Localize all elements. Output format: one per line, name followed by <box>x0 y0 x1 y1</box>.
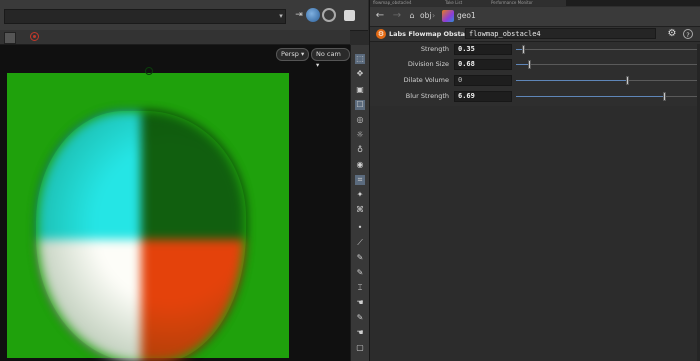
param-row-division-size: Division Size 0.68 <box>370 57 700 72</box>
viewport-tools-shelf: ⬚ ✥ ▣ ☐ ◎ ☼ ♁ ◉ ⌗ ✦ ⌘ • ⟋ ✎ ✎ ⌶ ☚ ✎ ☚ ▢ <box>350 45 369 361</box>
node-header: Labs Flowmap Obstacle flowmap_obstacle4 … <box>370 27 700 42</box>
obj-network-icon: ⌂ <box>409 11 415 20</box>
chevron-down-icon[interactable]: ▾ <box>276 11 286 21</box>
eye-icon[interactable]: ◉ <box>355 160 365 170</box>
node-name-field[interactable]: flowmap_obstacle4 <box>465 28 656 39</box>
pin-icon[interactable]: ⇥ <box>292 8 306 22</box>
lock-icon[interactable]: ▣ <box>355 85 365 95</box>
network-path-field[interactable] <box>4 9 286 24</box>
blur-strength-field[interactable]: 6.69 <box>454 91 512 102</box>
geometry-node-icon <box>442 10 454 22</box>
tab-flowmap-obstacle[interactable]: flowmap_obstacle4 <box>370 0 442 6</box>
viewport-header <box>0 30 350 45</box>
param-row-strength: Strength 0.35 <box>370 42 700 57</box>
tab-performance-monitor[interactable]: Performance Monitor <box>488 0 566 6</box>
rotate-icon[interactable]: ◎ <box>355 115 365 125</box>
forward-arrow-icon[interactable]: → <box>391 10 403 22</box>
pen-icon[interactable]: ⟋ <box>355 238 365 248</box>
pencil-icon[interactable]: ✎ <box>355 313 365 323</box>
param-row-dilate-volume: Dilate Volume 0 <box>370 73 700 88</box>
pane-tabs: flowmap_obstacle4 Take List Performance … <box>370 0 700 6</box>
division-size-slider[interactable] <box>516 60 700 69</box>
brush-icon[interactable]: ⌘ <box>355 205 365 215</box>
wand-icon[interactable]: ✦ <box>355 190 365 200</box>
breadcrumb-separator: › <box>432 11 436 20</box>
bulb-icon[interactable]: ♁ <box>355 145 365 155</box>
slider-fill <box>516 80 627 81</box>
origin-marker-icon <box>145 67 153 75</box>
slider-handle[interactable] <box>663 92 666 101</box>
breadcrumb-geo1[interactable]: geo1 <box>457 11 476 21</box>
square-icon[interactable]: ▢ <box>355 343 365 353</box>
camera-menu[interactable]: No cam ▾ <box>311 48 350 69</box>
slider-handle[interactable] <box>528 60 531 69</box>
pencil-icon[interactable]: ✎ <box>355 268 365 278</box>
dilate-volume-slider[interactable] <box>516 76 700 85</box>
param-label: Blur Strength <box>405 92 449 100</box>
transform-icon[interactable]: ✥ <box>355 69 365 79</box>
slider-handle[interactable] <box>522 45 525 54</box>
pencil-icon[interactable]: ✎ <box>355 253 365 263</box>
param-label: Dilate Volume <box>403 76 449 84</box>
display-mode-button[interactable] <box>4 32 16 44</box>
camera-icon[interactable]: ⌗ <box>355 175 365 185</box>
hand-icon[interactable]: ☚ <box>355 298 365 308</box>
blur-strength-slider[interactable] <box>516 92 700 101</box>
parameter-list: Strength 0.35 Division Size 0.68 Dilate … <box>370 42 700 106</box>
tab-take-list[interactable]: Take List <box>442 0 488 6</box>
parameter-pane: flowmap_obstacle4 Take List Performance … <box>369 0 700 361</box>
back-arrow-icon[interactable]: ← <box>374 10 386 22</box>
perspective-menu[interactable]: Persp ▾ <box>276 48 310 61</box>
dot-icon[interactable]: • <box>355 223 365 233</box>
settings-icon[interactable] <box>322 8 336 22</box>
flowmap-obstacle-region <box>38 112 244 361</box>
node-type-icon <box>376 29 386 39</box>
help-icon[interactable]: ? <box>683 29 693 39</box>
globe-icon[interactable] <box>306 8 320 22</box>
light-icon[interactable]: ☼ <box>355 130 365 140</box>
pose-icon[interactable]: ☐ <box>355 100 365 110</box>
scene-viewport[interactable]: Persp ▾ No cam ▾ <box>0 45 350 361</box>
grid-icon[interactable] <box>344 10 355 21</box>
slider-handle[interactable] <box>626 76 629 85</box>
node-type-label: Labs Flowmap Obstacle <box>389 30 476 38</box>
gear-icon[interactable]: ⚙ <box>666 28 678 40</box>
viewer-toolbar: ▾ ⇥ <box>0 0 368 31</box>
param-label: Strength <box>420 45 449 53</box>
breadcrumb-obj[interactable]: obj <box>420 11 431 21</box>
division-size-field[interactable]: 0.68 <box>454 59 512 70</box>
strength-field[interactable]: 0.35 <box>454 44 512 55</box>
hand-icon[interactable]: ☚ <box>355 328 365 338</box>
record-icon[interactable] <box>30 32 39 41</box>
slider-fill <box>516 96 664 97</box>
param-row-blur-strength: Blur Strength 6.69 <box>370 89 700 104</box>
param-label: Division Size <box>407 60 449 68</box>
text-icon[interactable]: ⌶ <box>355 283 365 293</box>
parameter-empty-area <box>370 106 700 361</box>
navigation-bar: ← → ⌂ obj › geo1 <box>370 7 700 27</box>
dilate-volume-field[interactable]: 0 <box>454 75 512 86</box>
select-icon[interactable]: ⬚ <box>355 54 365 64</box>
strength-slider[interactable] <box>516 45 700 54</box>
